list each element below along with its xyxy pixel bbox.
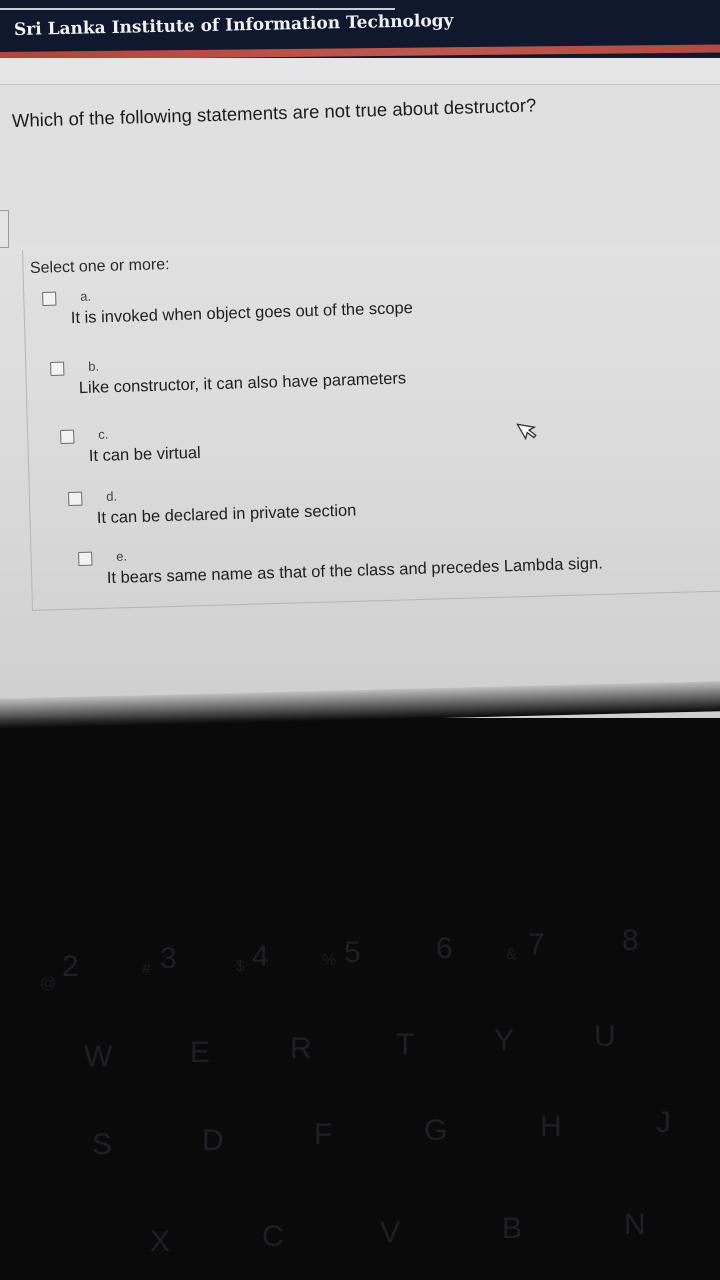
key-label: 8 xyxy=(622,924,639,957)
key-label: 7 xyxy=(528,928,545,961)
key-label: $ xyxy=(236,958,245,975)
sidebar-toggle[interactable] xyxy=(0,210,9,248)
key-label: G xyxy=(424,1114,448,1147)
laptop-keyboard: @ 2 # 3 $ 4 % 5 6 & 7 8 W E R T Y U S D … xyxy=(0,720,720,1280)
option-e-letter: e. xyxy=(115,548,128,564)
key-label: U xyxy=(594,1020,616,1053)
key-label: R xyxy=(290,1032,312,1065)
option-a-letter: a. xyxy=(79,288,92,304)
key-label: V xyxy=(380,1216,401,1249)
option-e-checkbox[interactable] xyxy=(78,551,93,566)
option-d-letter: d. xyxy=(105,488,118,504)
option-c-text[interactable]: It can be virtual xyxy=(89,444,201,466)
key-label: B xyxy=(502,1212,523,1245)
key-label: % xyxy=(322,952,337,969)
option-d-checkbox[interactable] xyxy=(68,491,83,506)
key-label: E xyxy=(190,1036,211,1069)
key-label: N xyxy=(624,1208,646,1241)
key-label: Y xyxy=(494,1024,515,1057)
option-b-letter: b. xyxy=(87,358,100,374)
header-divider xyxy=(0,8,395,10)
key-label: X xyxy=(150,1225,171,1258)
key-label: # xyxy=(142,960,151,977)
key-label: 3 xyxy=(160,942,177,975)
key-label: T xyxy=(396,1028,415,1061)
key-label: H xyxy=(540,1110,562,1143)
key-label: 2 xyxy=(62,950,79,983)
key-label: 4 xyxy=(252,940,269,973)
key-label: C xyxy=(262,1220,284,1253)
key-label: S xyxy=(92,1128,113,1161)
site-name[interactable]: Sri Lanka Institute of Information Techn… xyxy=(14,11,454,40)
key-label: F xyxy=(314,1118,333,1151)
key-label: J xyxy=(656,1106,671,1139)
key-label: D xyxy=(202,1124,224,1157)
key-label: 5 xyxy=(344,936,361,969)
key-label: W xyxy=(84,1040,113,1073)
option-c-checkbox[interactable] xyxy=(60,429,75,444)
key-label: & xyxy=(506,946,517,963)
key-label: @ xyxy=(40,975,57,992)
key-label: 6 xyxy=(436,932,453,965)
option-c-letter: c. xyxy=(97,426,109,442)
option-a-checkbox[interactable] xyxy=(42,291,57,306)
option-b-checkbox[interactable] xyxy=(50,361,65,376)
